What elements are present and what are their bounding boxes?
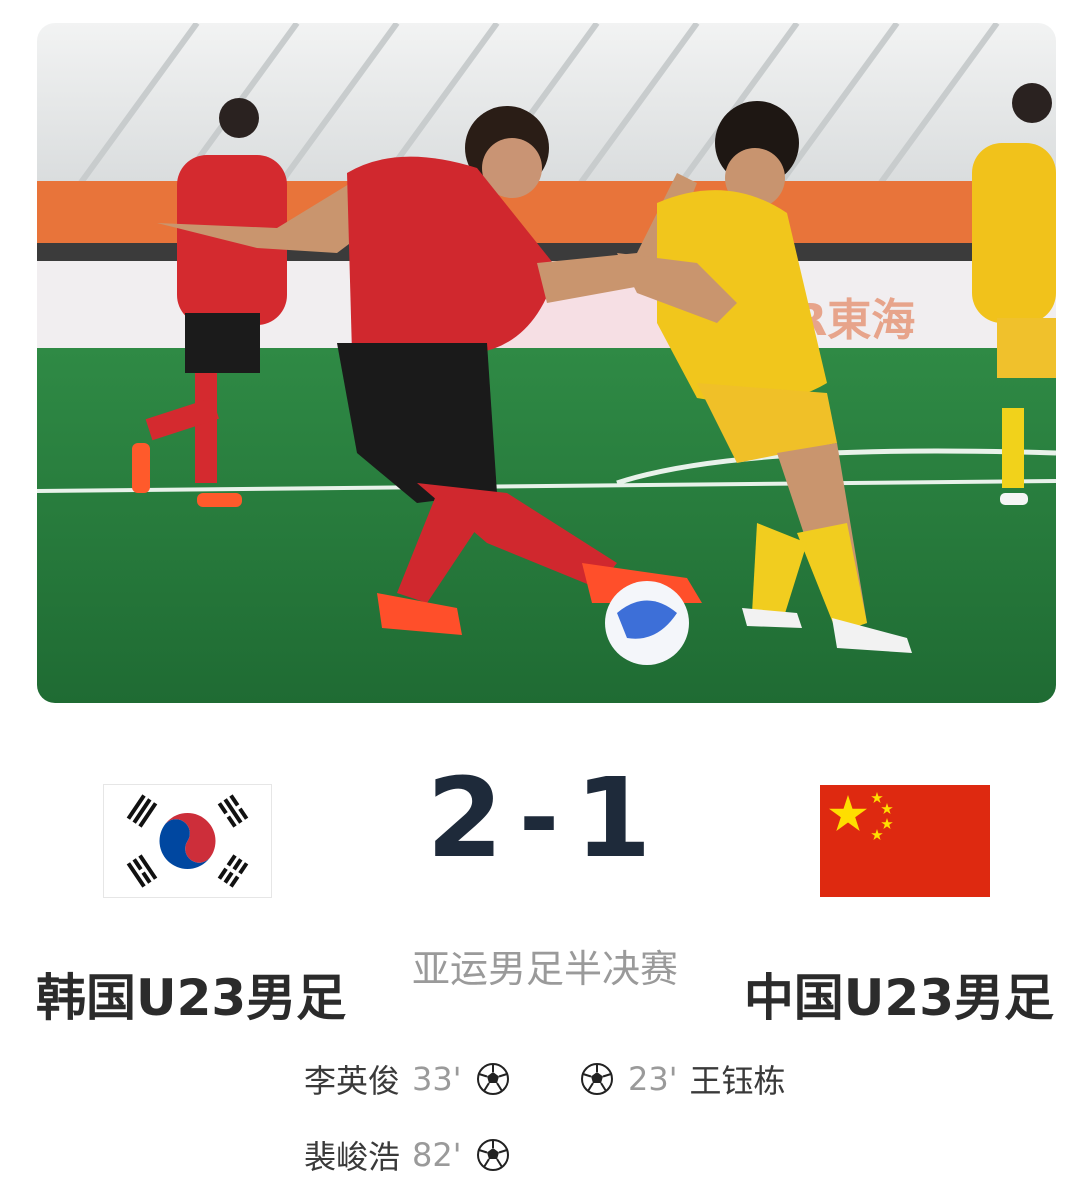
home-scorer: 裴峻浩 82': [304, 1132, 510, 1178]
home-team-name[interactable]: 韩国U23男足: [36, 958, 346, 1030]
south-korea-flag-icon: [104, 785, 271, 897]
scorer-name: 裴峻浩: [304, 1138, 401, 1176]
goal-minute: 23': [628, 1060, 678, 1098]
scorer-name: 李英俊: [304, 1062, 401, 1100]
away-team-name[interactable]: 中国U23男足: [744, 958, 1054, 1030]
event-title: 亚运男足半决赛: [411, 947, 678, 991]
soccer-ball-icon: [476, 1062, 510, 1096]
scorer-name: 王钰栋: [689, 1062, 786, 1100]
goal-minute: 82': [412, 1136, 462, 1174]
score: 2 - 1: [410, 748, 670, 888]
away-scorer: 23' 王钰栋: [580, 1056, 786, 1102]
goal-minute: 33': [412, 1060, 462, 1098]
away-score: 1: [574, 754, 654, 882]
home-scorer: 李英俊 33': [304, 1056, 510, 1102]
china-flag-icon: [820, 785, 990, 897]
soccer-ball-icon: [580, 1062, 614, 1096]
match-photo[interactable]: JR東海: [37, 23, 1056, 703]
soccer-ball-icon: [476, 1138, 510, 1172]
score-separator: -: [519, 762, 561, 874]
home-score: 2: [426, 754, 506, 882]
match-photo-illustration: JR東海: [37, 23, 1056, 703]
